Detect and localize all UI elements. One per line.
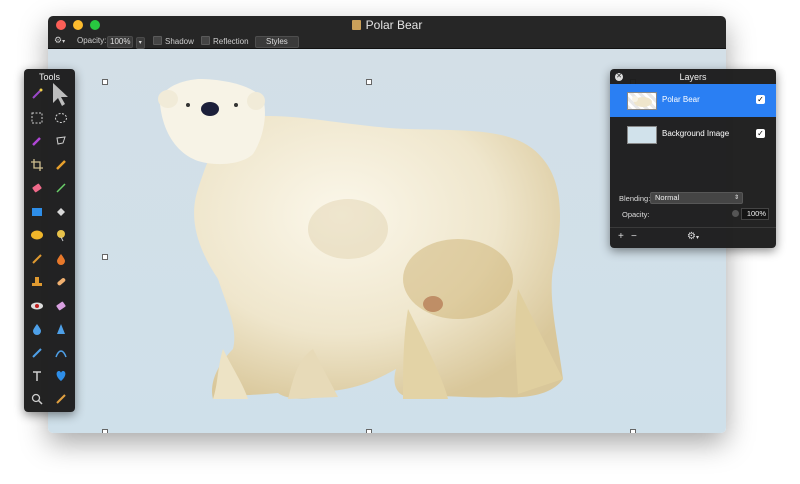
shadow-checkbox[interactable] bbox=[153, 36, 162, 45]
reflection-checkbox[interactable] bbox=[201, 36, 210, 45]
add-layer-button[interactable]: + bbox=[618, 231, 624, 242]
blur-drop-icon[interactable] bbox=[30, 322, 44, 336]
layer-visibility-checkbox[interactable]: ✓ bbox=[756, 129, 765, 138]
lasso-icon[interactable] bbox=[54, 134, 68, 148]
layer-row-background-image[interactable]: Background Image ✓ bbox=[610, 118, 776, 151]
fill-icon[interactable] bbox=[54, 205, 68, 219]
bezier-icon[interactable] bbox=[54, 346, 68, 360]
selection-handle[interactable] bbox=[366, 79, 372, 85]
text-icon[interactable] bbox=[30, 369, 44, 383]
chevron-down-icon: ▾ bbox=[695, 235, 699, 241]
window-title: Polar Bear bbox=[48, 18, 726, 32]
blending-label: Blending: bbox=[619, 194, 651, 203]
layers-panel-title: Layers bbox=[679, 72, 707, 82]
layer-thumbnail bbox=[627, 126, 657, 144]
updown-chevron-icon: ⇕ bbox=[733, 195, 739, 201]
selection-handle[interactable] bbox=[102, 254, 108, 260]
shadow-toggle[interactable]: Shadow bbox=[153, 36, 194, 47]
toolbar: ⚙▾ Opacity: 100% ▾ Shadow Reflection Sty… bbox=[48, 34, 726, 49]
color-swatch-icon[interactable] bbox=[54, 392, 68, 406]
gear-icon: ⚙ bbox=[54, 35, 63, 45]
sharpen-icon[interactable] bbox=[54, 322, 68, 336]
layer-visibility-checkbox[interactable]: ✓ bbox=[756, 95, 765, 104]
heal-icon[interactable] bbox=[54, 275, 68, 289]
styles-button[interactable]: Styles bbox=[255, 36, 299, 48]
smudge-icon[interactable] bbox=[54, 252, 68, 266]
selection-handle[interactable] bbox=[102, 429, 108, 433]
pen-icon[interactable] bbox=[30, 346, 44, 360]
layer-opacity-label: Opacity: bbox=[622, 210, 650, 219]
chevron-down-icon: ▾ bbox=[62, 39, 66, 45]
opacity-dropdown-button[interactable]: ▾ bbox=[135, 37, 145, 49]
blending-mode-select[interactable]: Normal ⇕ bbox=[650, 192, 743, 204]
selection-handle[interactable] bbox=[366, 429, 372, 433]
layer-name: Polar Bear bbox=[662, 95, 700, 104]
layers-panel-footer: + − ⚙▾ bbox=[610, 227, 776, 249]
red-eye-icon[interactable] bbox=[30, 299, 44, 313]
layer-opacity-input[interactable]: 100% bbox=[741, 208, 769, 220]
opacity-label: Opacity: bbox=[77, 36, 107, 45]
layer-options-button[interactable]: ⚙▾ bbox=[687, 231, 699, 242]
remove-layer-button[interactable]: − bbox=[631, 231, 637, 242]
layers-panel: ✕ Layers Polar Bear ✓ Background Image ✓… bbox=[610, 69, 776, 248]
gear-icon: ⚙ bbox=[687, 231, 696, 242]
title-bar: Polar Bear bbox=[48, 16, 726, 34]
selection-handle[interactable] bbox=[630, 429, 636, 433]
document-icon bbox=[351, 20, 361, 30]
rectangle-icon[interactable] bbox=[30, 205, 44, 219]
color-picker-icon[interactable] bbox=[30, 134, 44, 148]
ellipse-select-icon[interactable] bbox=[54, 111, 68, 125]
brush-icon[interactable] bbox=[30, 252, 44, 266]
reflection-toggle[interactable]: Reflection bbox=[201, 36, 249, 47]
heart-shape-icon[interactable] bbox=[54, 369, 68, 383]
opacity-input[interactable]: 100% bbox=[107, 36, 134, 48]
pencil-icon[interactable] bbox=[54, 158, 68, 172]
selection-handle[interactable] bbox=[102, 79, 108, 85]
layer-name: Background Image bbox=[662, 129, 730, 138]
zoom-icon[interactable] bbox=[30, 392, 44, 406]
ellipse-shape-icon[interactable] bbox=[30, 228, 44, 242]
eraser-icon[interactable] bbox=[30, 181, 44, 195]
eraser-alt-icon[interactable] bbox=[54, 299, 68, 313]
tools-panel: Tools bbox=[24, 69, 75, 412]
magic-wand-icon[interactable] bbox=[30, 87, 44, 101]
crop-icon[interactable] bbox=[30, 158, 44, 172]
rect-select-icon[interactable] bbox=[30, 111, 44, 125]
opacity-slider-knob[interactable] bbox=[732, 210, 739, 217]
gradient-icon[interactable] bbox=[54, 228, 68, 242]
pointer-arrow-icon[interactable] bbox=[50, 81, 70, 107]
gear-menu-button[interactable]: ⚙▾ bbox=[54, 35, 65, 47]
stamp-icon[interactable] bbox=[30, 275, 44, 289]
layer-thumbnail bbox=[627, 92, 657, 110]
layer-row-polar-bear[interactable]: Polar Bear ✓ bbox=[610, 84, 776, 117]
line-icon[interactable] bbox=[54, 181, 68, 195]
